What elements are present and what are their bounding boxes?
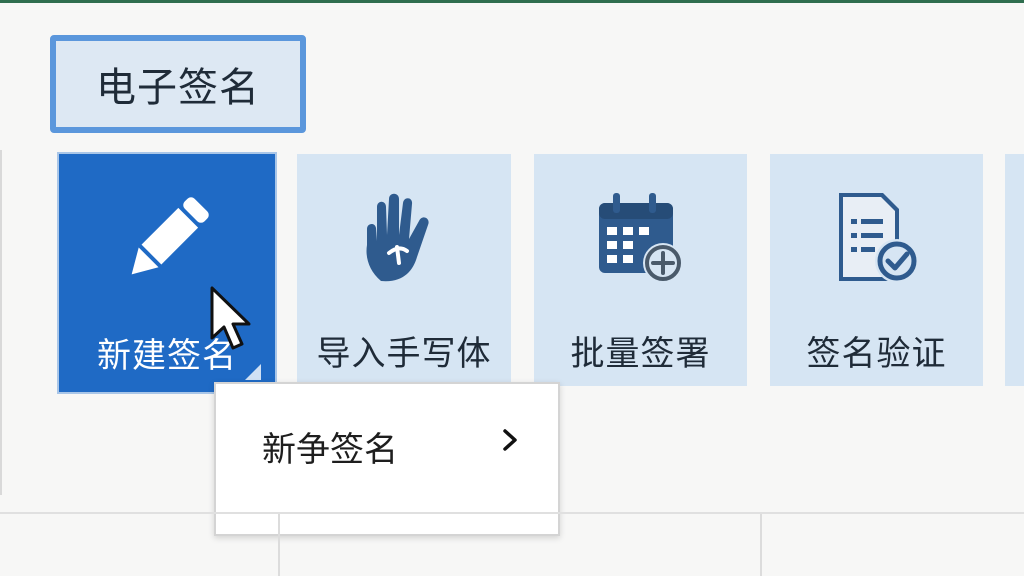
left-border (0, 150, 2, 495)
bottom-divider-line (0, 512, 1024, 514)
mouse-cursor-icon (208, 286, 252, 352)
import-handwriting-button[interactable]: 导入手写体 (297, 154, 511, 386)
next-tile-partial[interactable] (1005, 154, 1024, 386)
pencil-icon (112, 184, 222, 294)
hand-icon (349, 184, 459, 294)
signature-verification-button[interactable]: 签名验证 (770, 154, 983, 386)
group-tab-electronic-signature[interactable]: 电子签名 (50, 35, 306, 133)
dropdown-indicator-icon[interactable] (245, 364, 261, 380)
dropdown-item-label: 新争签名 (262, 430, 398, 470)
chevron-right-icon (500, 428, 520, 452)
batch-sign-button[interactable]: 批量签署 (534, 154, 747, 386)
calendar-add-icon (586, 184, 696, 294)
bottom-column-divider (278, 514, 280, 576)
bottom-column-divider (760, 514, 762, 576)
document-check-icon (822, 184, 932, 294)
import-handwriting-label: 导入手写体 (316, 334, 492, 374)
batch-sign-label: 批量签署 (570, 334, 711, 374)
signature-verification-label: 签名验证 (806, 334, 947, 374)
top-accent-line (0, 0, 1024, 3)
new-signature-button[interactable]: 新建签名 (57, 152, 277, 394)
group-tab-label: 电子签名 (96, 65, 260, 111)
